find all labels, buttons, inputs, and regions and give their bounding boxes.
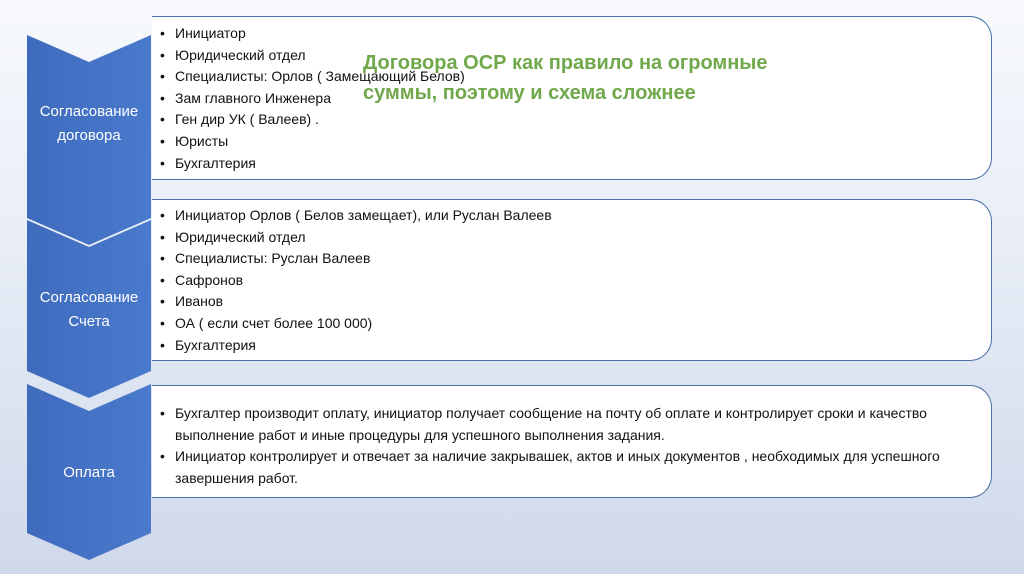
list-item: Инициатор Орлов ( Белов замещает), или Р… (152, 205, 991, 227)
list-item: Юристы (152, 131, 991, 153)
list-item: Бухгалтер производит оплату, инициатор п… (152, 403, 963, 446)
list-item: Инициатор (152, 23, 991, 45)
stage-label-payment: Оплата (63, 464, 115, 481)
list-item: Иванов (152, 291, 991, 313)
stage-panel-invoice-approval: Инициатор Орлов ( Белов замещает), или Р… (152, 199, 992, 361)
list-item: Бухгалтерия (152, 335, 991, 357)
list-item: Специалисты: Руслан Валеев (152, 248, 991, 270)
list-item: ОА ( если счет более 100 000) (152, 313, 991, 335)
list-item: Инициатор контролирует и отвечает за нал… (152, 446, 963, 489)
stage-label-invoice-approval: Согласование Счета (39, 289, 139, 330)
contract-note: Договора ОСР как правило на огромные сум… (363, 52, 768, 104)
stage-label-contract-approval: Согласование договора (39, 103, 139, 144)
list-item: Юридический отдел (152, 227, 991, 249)
list-item: Бухгалтерия (152, 153, 991, 175)
stage-item-list: Бухгалтер производит оплату, инициатор п… (152, 403, 963, 489)
list-item: Сафронов (152, 270, 991, 292)
stage-item-list: Инициатор Орлов ( Белов замещает), или Р… (152, 205, 991, 356)
process-diagram: Согласование договора Инициатор Юридичес… (0, 0, 1024, 574)
stage-panel-payment: Бухгалтер производит оплату, инициатор п… (152, 385, 992, 498)
list-item: Ген дир УК ( Валеев) . (152, 109, 991, 131)
